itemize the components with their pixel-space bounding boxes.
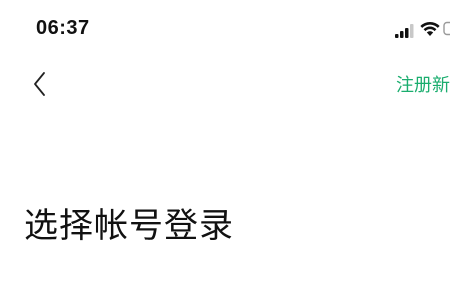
back-button[interactable] [24,66,58,100]
page-title: 选择帐号登录 [24,206,234,246]
status-time: 06:37 [36,17,90,39]
battery-icon [443,21,450,37]
status-bar: 06:37 [0,0,450,50]
wifi-icon [420,21,440,37]
register-link[interactable]: 注册新 [396,71,450,97]
login-screen: 06:37 注册新 选择帐号登录 [0,0,450,300]
nav-bar: 注册新 [0,58,450,108]
signal-icon [395,23,415,38]
